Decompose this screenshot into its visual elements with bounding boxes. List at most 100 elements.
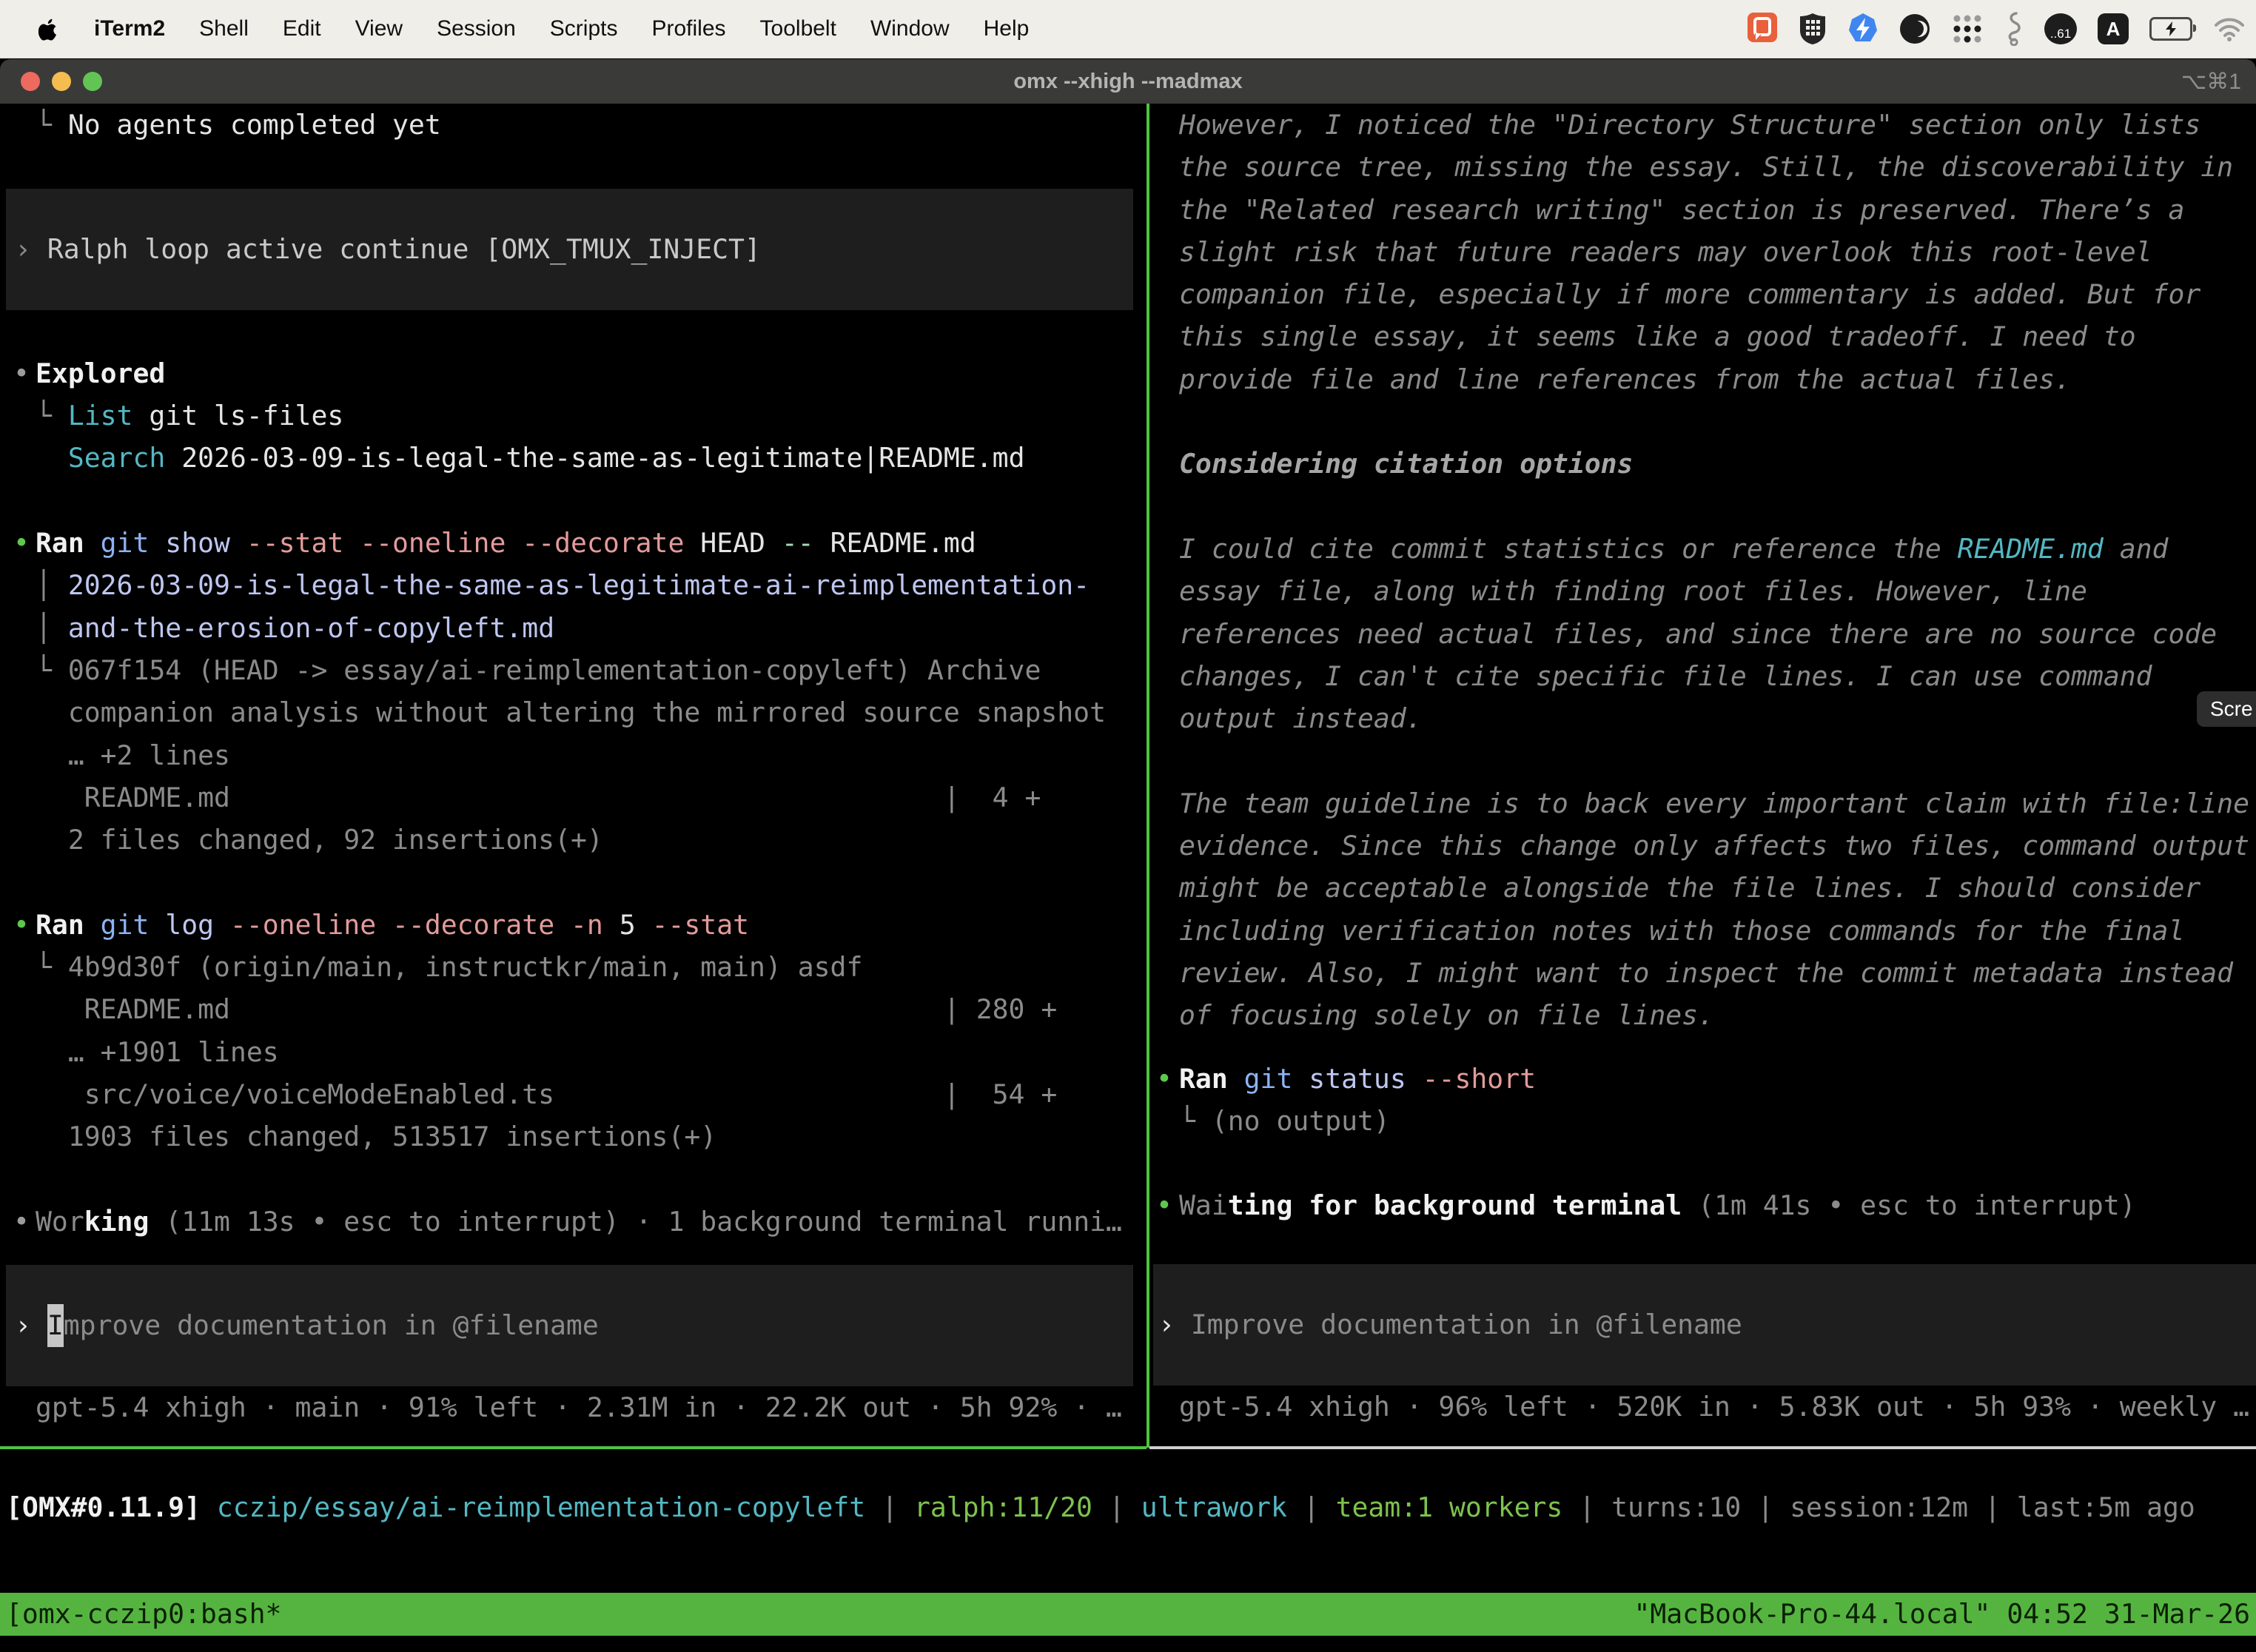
reasoning-text: essay file, along with finding root file… [1152, 570, 2256, 612]
text-segment: evidence. Since this change only affects… [1179, 830, 2249, 862]
menu-item-scripts[interactable]: Scripts [550, 16, 618, 41]
text-segment: › [1158, 1303, 1191, 1346]
text-segment: companion analysis without altering the … [36, 696, 1106, 728]
spacer [0, 480, 1147, 522]
menu-bar: iTerm2 Shell Edit View Session Scripts Profile… [0, 0, 2256, 58]
text-segment: changes, I can't cite specific file line… [1179, 660, 2152, 692]
inject-banner-box[interactable]: › Ralph loop active continue [OMX_TMUX_I… [6, 189, 1133, 310]
text-segment: the "Related research writing" section i… [1179, 194, 2184, 226]
reasoning-text: I could cite commit statistics or refere… [1152, 528, 2256, 570]
menu-item-view[interactable]: View [355, 16, 403, 41]
reasoning-text: review. Also, I might want to inspect th… [1152, 952, 2256, 994]
text-segment: gpt-5.4 xhigh · main · 91% left · 2.31M … [36, 1391, 1122, 1423]
bullet-icon: • [13, 522, 30, 564]
text-segment: king [84, 1206, 150, 1238]
text-segment: provide file and line references from th… [1179, 363, 2071, 395]
bullet-icon: • [13, 352, 30, 394]
model-status-line: gpt-5.4 xhigh · 96% left · 520K in · 5.8… [1152, 1386, 2256, 1428]
spacer [0, 310, 1147, 352]
text-segment: src/voice/voiceModeEnabled.ts | 54 + [36, 1078, 1057, 1110]
dots-grid-icon[interactable] [1951, 13, 1984, 45]
explored-item: └ List git ls-files [0, 394, 1147, 437]
text-segment: ultrawork [1141, 1491, 1287, 1523]
command-output: 2 files changed, 92 insertions(+) [0, 819, 1147, 861]
text-segment: | turns:10 | session:12m | last:5m ago [1562, 1491, 2195, 1523]
text-segment: 2026-03-09-is-legal-the-same-as-legitima… [68, 569, 1090, 601]
badge-61-icon[interactable]: ..61 [2044, 13, 2077, 44]
reasoning-text: companion file, especially if more comme… [1152, 273, 2256, 315]
menu-item-edit[interactable]: Edit [283, 16, 321, 41]
text-segment: The team guideline is to back every impo… [1179, 788, 2249, 819]
text-segment: 2026-03-09-is-legal-the-same-as-legitima… [165, 442, 1024, 474]
bullet-icon: • [13, 904, 30, 946]
prompt-input-box[interactable]: › Improve documentation in @filename [6, 1265, 1133, 1386]
left-agent-pane[interactable]: └ No agents completed yet› Ralph loop ac… [0, 104, 1147, 1428]
menu-item-session[interactable]: Session [437, 16, 516, 41]
text-segment: Wor [36, 1206, 84, 1238]
screenshot-icon[interactable] [1747, 12, 1778, 46]
text-segment: | [865, 1491, 914, 1523]
reasoning-text: evidence. Since this change only affects… [1152, 825, 2256, 867]
text-segment: README.md | 280 + [36, 993, 1057, 1025]
text-segment: │ [36, 569, 68, 601]
reasoning-text: provide file and line references from th… [1152, 358, 2256, 400]
spacer [1152, 1227, 2256, 1264]
window-title-bar: omx --xhigh --madmax ⌥⌘1 [0, 59, 2256, 104]
squiggle-icon[interactable] [2004, 12, 2024, 46]
lightning-badge-icon[interactable] [1847, 13, 1879, 45]
text-segment: status [1309, 1063, 1422, 1095]
menu-item-iterm2[interactable]: iTerm2 [94, 16, 165, 41]
text-segment: team:1 workers [1336, 1491, 1563, 1523]
tmux-status-bar: [omx-cczip0:bash* "MacBook-Pro-44.local"… [0, 1593, 2256, 1636]
text-segment: git [1244, 1063, 1309, 1095]
text-segment: I [47, 1304, 64, 1346]
command-output: └ 067f154 (HEAD -> essay/ai-reimplementa… [0, 649, 1147, 691]
reasoning-text: of focusing solely on file lines. [1152, 994, 2256, 1036]
text-segment: log [165, 909, 230, 941]
text-segment: ting for background terminal [1228, 1189, 1682, 1221]
text-segment: including verification notes with those … [1179, 915, 2184, 947]
letter-a-icon[interactable]: A [2098, 13, 2129, 44]
menu-item-help[interactable]: Help [984, 16, 1030, 41]
shield-grid-icon[interactable] [1799, 13, 1827, 45]
window-title: omx --xhigh --madmax [0, 70, 2256, 94]
ran-command: •Ran git log --oneline --decorate -n 5 -… [0, 904, 1147, 946]
reasoning-text: changes, I can't cite specific file line… [1152, 655, 2256, 697]
reasoning-text: output instead. [1152, 697, 2256, 739]
reasoning-text: this single essay, it seems like a good … [1152, 315, 2256, 357]
command-output: └ (no output) [1152, 1100, 2256, 1142]
text-segment: README.md | 4 + [36, 782, 1041, 813]
pane-divider[interactable] [1147, 104, 1149, 1448]
menu-item-window[interactable]: Window [870, 16, 950, 41]
text-segment: I could cite commit statistics or refere… [1179, 533, 1958, 565]
tmux-session-label: [omx-cczip0:bash* [6, 1593, 281, 1636]
menu-item-toolbelt[interactable]: Toolbelt [760, 16, 836, 41]
crescent-circle-icon[interactable] [1899, 13, 1930, 44]
text-segment: Ralph loop active continue [OMX_TMUX_INJ… [47, 228, 761, 270]
explored-item: Search 2026-03-09-is-legal-the-same-as-l… [0, 437, 1147, 479]
command-output: companion analysis without altering the … [0, 691, 1147, 733]
spacer [1152, 400, 2256, 443]
text-segment: slight risk that future readers may over… [1179, 236, 2152, 268]
apple-menu-icon[interactable] [38, 18, 58, 41]
reasoning-header: Considering citation options [1152, 443, 2256, 485]
spacer [0, 861, 1147, 903]
text-segment: --stat --oneline --decorate [246, 527, 700, 559]
text-segment: output instead. [1179, 702, 1423, 734]
right-agent-pane[interactable]: However, I noticed the "Directory Struct… [1152, 104, 2256, 1428]
ran-command: •Ran git status --short [1152, 1058, 2256, 1100]
menu-item-profiles[interactable]: Profiles [651, 16, 725, 41]
command-output: src/voice/voiceModeEnabled.ts | 54 + [0, 1073, 1147, 1115]
menu-item-shell[interactable]: Shell [199, 16, 249, 41]
text-segment: and [2104, 533, 2169, 565]
text-segment: Considering citation options [1179, 448, 1633, 480]
command-output: └ 4b9d30f (origin/main, instructkr/main,… [0, 946, 1147, 988]
text-segment: └ 4b9d30f (origin/main, instructkr/main,… [36, 951, 862, 983]
text-segment: No agents completed yet [68, 109, 441, 141]
text-segment: Ran [36, 909, 101, 941]
wifi-icon[interactable] [2213, 16, 2246, 41]
text-segment: essay file, along with finding root file… [1179, 575, 2087, 607]
prompt-input-box[interactable]: › Improve documentation in @filename [1153, 1264, 2256, 1386]
battery-icon[interactable] [2149, 17, 2192, 41]
spacer [1152, 739, 2256, 782]
